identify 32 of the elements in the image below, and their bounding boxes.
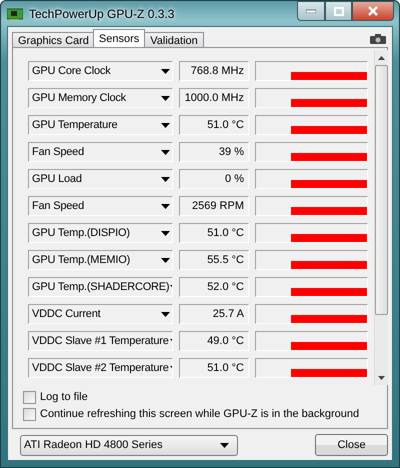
sensor-dropdown[interactable]: GPU Temperature	[28, 115, 173, 135]
tab[interactable]: Graphics Card	[12, 32, 95, 47]
sensor-reading: 768.8 MHz	[179, 61, 249, 81]
sensor-reading: 55.5 °C	[179, 250, 249, 270]
sensor-dropdown[interactable]: GPU Temp.(MEMIO)	[28, 250, 173, 270]
checkbox-label[interactable]: Continue refreshing this screen while GPU-Z is in the background	[40, 408, 360, 421]
sensor-reading: 51.0 °C	[179, 223, 249, 243]
device-dropdown[interactable]: ATI Radeon HD 4800 Series	[20, 434, 238, 456]
close-button[interactable]: Close	[315, 434, 388, 456]
sensor-dropdown[interactable]: VDDC Current	[28, 304, 173, 324]
sensor-dropdown[interactable]: VDDC Slave #2 Temperature	[28, 358, 173, 378]
sensor-dropdown[interactable]: GPU Temp.(DISPIO)	[28, 223, 173, 243]
sensor-reading: 2569 RPM	[179, 196, 249, 216]
window-title: TechPowerUp GPU-Z 0.3.3	[29, 6, 174, 20]
sensor-dropdown[interactable]: GPU Core Clock	[28, 61, 173, 81]
sensor-reading: 51.0 °C	[179, 358, 249, 378]
sensor-dropdown[interactable]: GPU Memory Clock	[28, 88, 173, 108]
sensor-dropdown[interactable]: Fan Speed	[28, 196, 173, 216]
sensor-reading: 52.0 °C	[179, 277, 249, 297]
checkbox-label[interactable]: Log to file	[40, 391, 88, 404]
sensor-reading: 39 %	[179, 142, 249, 162]
sensor-reading: 51.0 °C	[179, 115, 249, 135]
sensor-dropdown[interactable]: GPU Temp.(SHADERCORE)	[28, 277, 173, 297]
sensor-reading: 0 %	[179, 169, 249, 189]
sensor-dropdown[interactable]: GPU Load	[28, 169, 173, 189]
sensor-reading: 25.7 A	[179, 304, 249, 324]
sensor-dropdown[interactable]: VDDC Slave #1 Temperature	[28, 331, 173, 351]
sensor-reading: 1000.0 MHz	[179, 88, 249, 108]
tab[interactable]: Validation	[144, 32, 204, 47]
tab[interactable]: Sensors	[92, 29, 146, 47]
sensor-dropdown[interactable]: Fan Speed	[28, 142, 173, 162]
sensor-reading: 49.0 °C	[179, 331, 249, 351]
